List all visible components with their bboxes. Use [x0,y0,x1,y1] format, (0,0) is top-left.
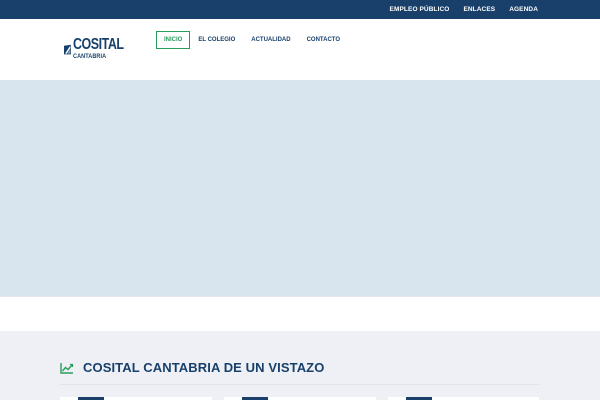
logo-mark-icon [64,44,72,54]
logo-text: COSITAL CANTABRIA [73,37,138,61]
logo-sub-text: CANTABRIA [73,53,107,61]
section-heading: COSITAL CANTABRIA DE UN VISTAZO [60,360,324,375]
logo-main-text: COSITAL [73,36,124,54]
top-links: EMPLEO PÚBLICO ENLACES AGENDA [383,0,545,19]
topbar-link-empleo-publico[interactable]: EMPLEO PÚBLICO [383,0,457,19]
nav-item-actualidad[interactable]: ACTUALIDAD [243,31,298,49]
site-header: COSITAL CANTABRIA INICIO EL COLEGIO ACTU… [0,19,600,80]
nav-item-inicio[interactable]: INICIO [156,31,191,49]
chart-line-icon [60,362,74,374]
main-nav: INICIO EL COLEGIO ACTUALIDAD CONTACTO [156,31,348,49]
section-title: COSITAL CANTABRIA DE UN VISTAZO [83,360,325,375]
nav-item-el-colegio[interactable]: EL COLEGIO [190,31,243,49]
topbar-link-enlaces[interactable]: ENLACES [456,0,502,19]
top-bar: EMPLEO PÚBLICO ENLACES AGENDA [0,0,600,19]
overview-section: COSITAL CANTABRIA DE UN VISTAZO [0,331,600,400]
spacer-band [0,296,600,331]
topbar-link-agenda[interactable]: AGENDA [502,0,545,19]
hero-banner [0,80,600,296]
logo[interactable]: COSITAL CANTABRIA [64,35,138,63]
nav-item-contacto[interactable]: CONTACTO [299,31,348,49]
section-divider [60,384,539,385]
